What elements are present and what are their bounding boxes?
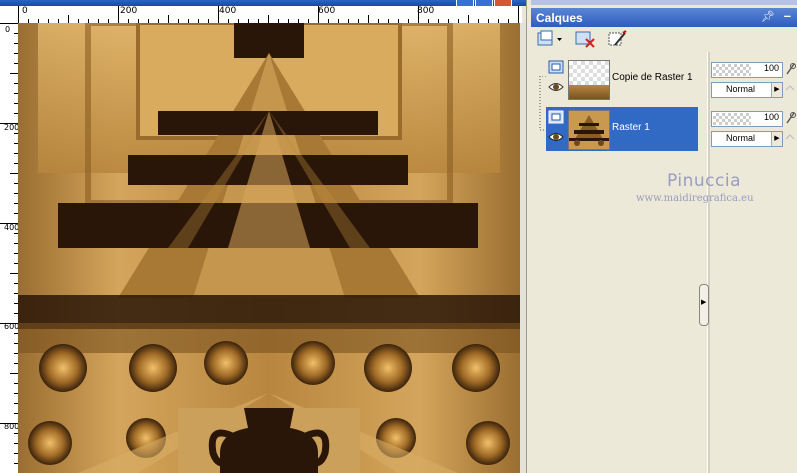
visibility-eye-icon[interactable] [548,81,564,93]
new-layer-dropdown-button[interactable] [537,30,563,49]
vertical-ruler: 0 200 400 600 800 [0,23,19,473]
hruler-tick [18,6,19,23]
dropdown-arrow-icon[interactable]: ▶ [771,83,782,97]
opacity-value: 100 [763,112,779,122]
pin-icon[interactable]: 📌︎ [761,10,775,23]
opacity-checker [713,113,751,125]
canvas-vertical-scrollbar[interactable] [520,23,526,473]
hruler-label: 800 [417,6,435,16]
hruler-tick [118,6,119,23]
hruler-label: 0 [22,6,28,16]
link-icon[interactable] [785,132,796,145]
raster-layer-icon [548,110,564,124]
expand-arrow-icon[interactable]: ▶ [701,298,706,306]
watermark-site: www.maidiregrafica.eu [636,193,754,204]
canvas-window: 0 200 400 600 800 0 200 400 600 800 [0,0,527,473]
opacity-field[interactable]: 100 [711,111,783,127]
hruler-tick [468,15,469,23]
historique-panel-header[interactable] [531,0,797,5]
hruler-label: 200 [120,6,138,16]
link-icon[interactable] [785,83,796,96]
hruler-label: 400 [219,6,237,16]
lock-transparency-icon[interactable] [785,111,796,124]
layer-name: Raster 1 [612,122,650,133]
vruler-tick [10,273,18,274]
canvas-image[interactable] [18,23,520,473]
hruler-tick [268,15,269,23]
vruler-label: 0 [4,25,11,34]
hruler-tick [418,6,419,23]
blend-mode-select[interactable]: Normal ▶ [711,82,783,98]
opacity-value: 100 [763,63,779,73]
visibility-eye-icon[interactable] [548,131,564,143]
hruler-tick [368,15,369,23]
layer-list: Copie de Raster 1 Raster 1 [531,52,707,473]
horizontal-ruler: 0 200 400 600 800 [18,6,522,24]
vruler-tick [10,73,18,74]
layer-properties-column: 100 Normal ▶ 100 Normal ▶ [710,52,797,473]
edit-selection-button[interactable] [607,30,629,49]
layer-thumbnail [568,110,610,150]
vruler-tick [0,423,18,424]
blend-mode-value: Normal [726,133,756,143]
vruler-tick [10,373,18,374]
layer-name: Copie de Raster 1 [612,72,693,83]
hruler-tick [518,6,519,23]
watermark-name: Pinuccia [667,171,741,191]
blend-mode-value: Normal [726,84,756,94]
hruler-tick [318,6,319,23]
vruler-tick [0,323,18,324]
panel-title: Calques [536,11,583,25]
vruler-tick [0,23,18,24]
layer-thumbnail [568,60,610,100]
vruler-label: 200 [4,123,19,132]
delete-layer-button[interactable] [575,30,597,49]
hruler-tick [68,15,69,23]
vruler-tick [10,173,18,174]
hruler-tick [168,15,169,23]
hruler-tick [218,6,219,23]
opacity-field[interactable]: 100 [711,62,783,78]
hruler-label: 600 [318,6,336,16]
ruler-corner [0,6,19,24]
layers-toolbar [531,27,797,52]
calques-panel-header: Calques 📌︎ – [531,8,797,27]
vruler-label: 400 [4,223,19,232]
lock-transparency-icon[interactable] [785,62,796,75]
dropdown-arrow-icon[interactable]: ▶ [771,132,782,146]
layer-row-copie-raster-1[interactable]: Copie de Raster 1 [546,57,698,101]
raster-layer-icon [548,60,564,74]
opacity-checker [713,64,751,76]
layer-row-raster-1[interactable]: Raster 1 [546,107,698,151]
artwork-image [18,23,520,473]
minimize-icon[interactable]: – [784,8,791,23]
vruler-tick [0,223,18,224]
blend-mode-select[interactable]: Normal ▶ [711,131,783,147]
vruler-tick [0,123,18,124]
